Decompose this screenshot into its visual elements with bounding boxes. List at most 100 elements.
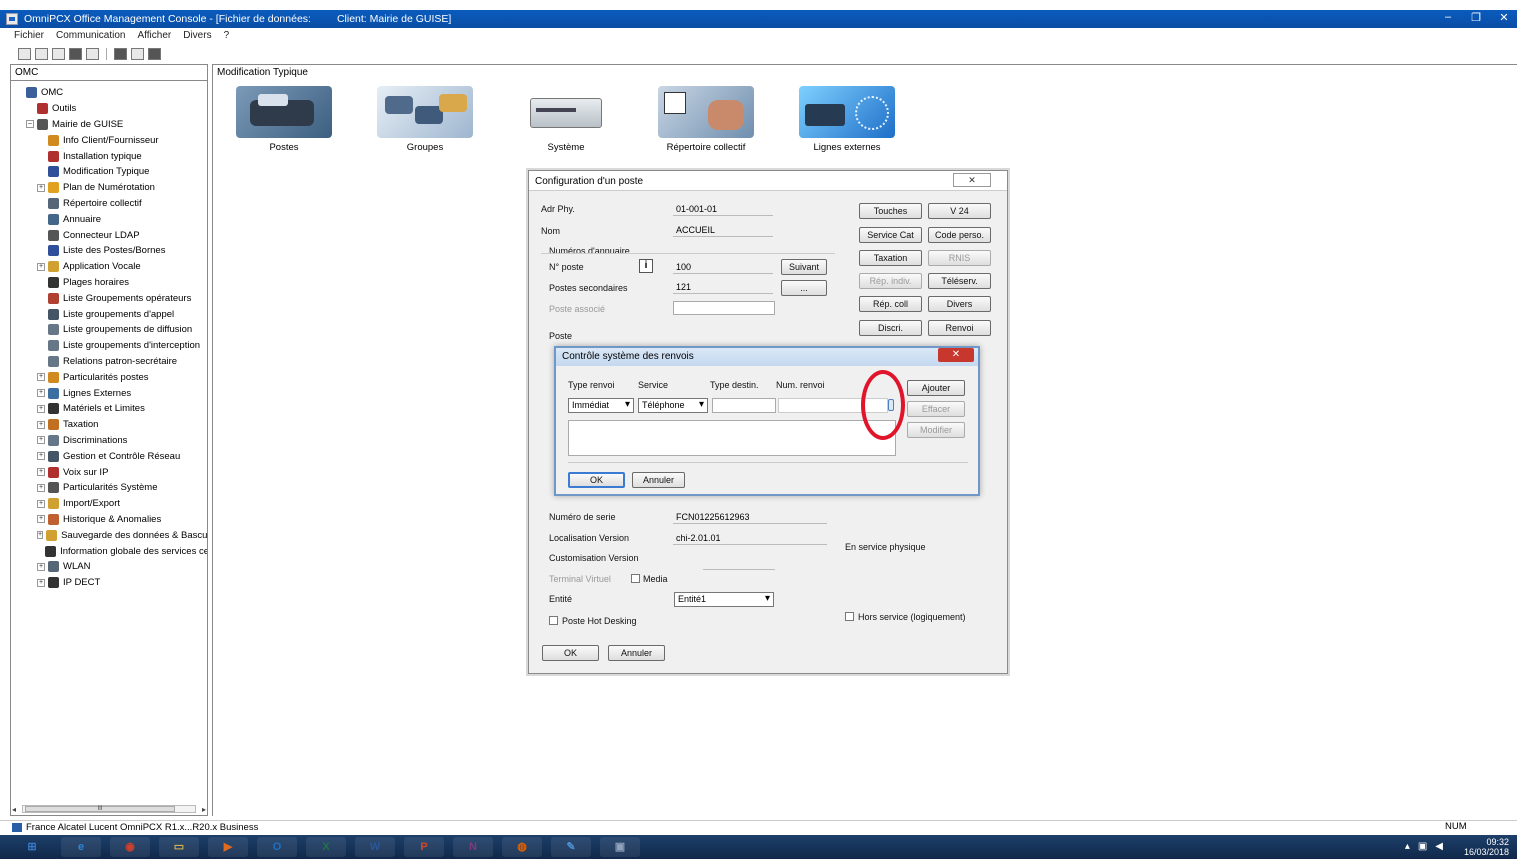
expand-icon[interactable]: +	[37, 452, 45, 461]
tree-item[interactable]: + Import/Export	[11, 496, 207, 512]
tree-item[interactable]: + Historique & Anomalies	[11, 512, 207, 528]
discri-button[interactable]: Discri.	[859, 320, 922, 336]
start-button[interactable]: ⊞	[12, 837, 52, 857]
suivant-button[interactable]: Suivant	[781, 259, 827, 275]
touches-button[interactable]: Touches	[859, 203, 922, 219]
renvoi-dialog-close-icon[interactable]: ✕	[938, 348, 974, 362]
ajouter-button[interactable]: Ajouter	[907, 380, 965, 396]
close-icon[interactable]: ✕	[1497, 11, 1511, 24]
expand-icon[interactable]: +	[37, 389, 45, 398]
entite-select[interactable]: Entité1	[674, 592, 774, 607]
tree-item[interactable]: + Discriminations	[11, 433, 207, 449]
tree-item[interactable]: + Taxation	[11, 417, 207, 433]
renvoi-list[interactable]	[568, 420, 896, 456]
scroll-left-icon[interactable]: ◂	[12, 805, 16, 814]
poste-associe-field[interactable]	[673, 301, 775, 315]
tree-item[interactable]: Répertoire collectif	[11, 196, 207, 212]
menu-fichier[interactable]: Fichier	[14, 30, 44, 44]
scroll-thumb[interactable]: III	[25, 806, 176, 812]
tree-item[interactable]: + Particularités postes	[11, 369, 207, 385]
tree-item[interactable]: Liste groupements de diffusion	[11, 322, 207, 338]
tree-item[interactable]: + Plan de Numérotation	[11, 180, 207, 196]
expand-icon[interactable]: +	[37, 499, 45, 508]
postes-secondaires-more-button[interactable]: ...	[781, 280, 827, 296]
poste-annuler-button[interactable]: Annuler	[608, 645, 665, 661]
tree-item[interactable]: Installation typique	[11, 148, 207, 164]
media-app[interactable]: ▶	[208, 837, 248, 857]
tray-arrow-icon[interactable]: ▴	[1405, 841, 1410, 852]
tree-item[interactable]: + Lignes Externes	[11, 385, 207, 401]
tree-item[interactable]: Liste groupements d'interception	[11, 338, 207, 354]
renvoi-button[interactable]: Renvoi	[928, 320, 991, 336]
expand-icon[interactable]: +	[37, 531, 44, 540]
export-icon[interactable]	[86, 48, 99, 60]
groupes-shortcut[interactable]: Groupes	[375, 86, 475, 153]
type-destin-field[interactable]	[712, 398, 776, 413]
new-file-icon[interactable]	[18, 48, 31, 60]
restore-icon[interactable]: ❐	[1469, 11, 1483, 24]
minimize-icon[interactable]: –	[1441, 11, 1455, 24]
tree-item[interactable]: OMC	[11, 85, 207, 101]
tree-item[interactable]: Modification Typique	[11, 164, 207, 180]
postes-shortcut[interactable]: Postes	[234, 86, 334, 153]
type-renvoi-select[interactable]: Immédiat	[568, 398, 634, 413]
expand-icon[interactable]: +	[37, 183, 45, 192]
expand-icon[interactable]: +	[37, 373, 45, 382]
tree-item[interactable]: Liste des Postes/Bornes	[11, 243, 207, 259]
repertoire-shortcut[interactable]: Répertoire collectif	[656, 86, 756, 153]
renvoi-ok-button[interactable]: OK	[568, 472, 625, 488]
chrome-app[interactable]: ◉	[110, 837, 150, 857]
outlook-app[interactable]: O	[257, 837, 297, 857]
tree-item[interactable]: Liste groupements d'appel	[11, 306, 207, 322]
effacer-button[interactable]: Effacer	[907, 401, 965, 417]
expand-icon[interactable]: +	[37, 578, 45, 587]
tree-item[interactable]: Information globale des services ce	[11, 543, 207, 559]
tree-item[interactable]: Annuaire	[11, 211, 207, 227]
tree-item[interactable]: – Mairie de GUISE	[11, 117, 207, 133]
tree-item[interactable]: + WLAN	[11, 559, 207, 575]
menu-afficher[interactable]: Afficher	[138, 30, 172, 44]
ie-app[interactable]: e	[61, 837, 101, 857]
scroll-right-icon[interactable]: ▸	[202, 805, 206, 814]
onenote-app[interactable]: N	[453, 837, 493, 857]
excel-app[interactable]: X	[306, 837, 346, 857]
n-poste-value[interactable]: 100	[673, 260, 773, 274]
help-pointer-icon[interactable]	[148, 48, 161, 60]
lignes-externes-shortcut[interactable]: Lignes externes	[797, 86, 897, 153]
hot-desking-checkbox[interactable]	[549, 616, 558, 625]
network-icon[interactable]: ▣	[1418, 841, 1427, 852]
omc-app[interactable]: ▣	[600, 837, 640, 857]
save-disk-icon[interactable]	[69, 48, 82, 60]
collapse-icon[interactable]: –	[26, 120, 34, 129]
v24-button[interactable]: V 24	[928, 203, 991, 219]
systeme-shortcut[interactable]: Système	[516, 86, 616, 153]
print-icon[interactable]	[114, 48, 127, 60]
renvoi-annuler-button[interactable]: Annuler	[632, 472, 685, 488]
rnis-button[interactable]: RNIS	[928, 250, 991, 266]
tree-item[interactable]: Relations patron-secrétaire	[11, 354, 207, 370]
tree-item[interactable]: + Voix sur IP	[11, 464, 207, 480]
expand-icon[interactable]: +	[37, 515, 45, 524]
tree-item[interactable]: + Matériels et Limites	[11, 401, 207, 417]
tree-item[interactable]: Info Client/Fournisseur	[11, 132, 207, 148]
media-checkbox[interactable]	[631, 574, 640, 583]
menu-help[interactable]: ?	[224, 30, 230, 44]
expand-icon[interactable]: +	[37, 436, 45, 445]
horizontal-scrollbar[interactable]: ◂ III ▸	[12, 803, 206, 815]
paint-app[interactable]: ✎	[551, 837, 591, 857]
tree-item[interactable]: Connecteur LDAP	[11, 227, 207, 243]
firefox-app[interactable]: ◍	[502, 837, 542, 857]
service-cat-button[interactable]: Service Cat	[859, 227, 922, 243]
rep-indiv-button[interactable]: Rép. indiv.	[859, 273, 922, 289]
expand-icon[interactable]: +	[37, 468, 45, 477]
tree-item[interactable]: + Application Vocale	[11, 259, 207, 275]
open-folder-icon[interactable]	[35, 48, 48, 60]
scroll-track[interactable]: III	[22, 805, 196, 813]
expand-icon[interactable]: +	[37, 420, 45, 429]
expand-icon[interactable]: +	[37, 483, 45, 492]
tree-item[interactable]: Plages horaires	[11, 275, 207, 291]
teleserv-button[interactable]: Téléserv.	[928, 273, 991, 289]
poste-ok-button[interactable]: OK	[542, 645, 599, 661]
hors-service-checkbox[interactable]	[845, 612, 854, 621]
powerpoint-app[interactable]: P	[404, 837, 444, 857]
